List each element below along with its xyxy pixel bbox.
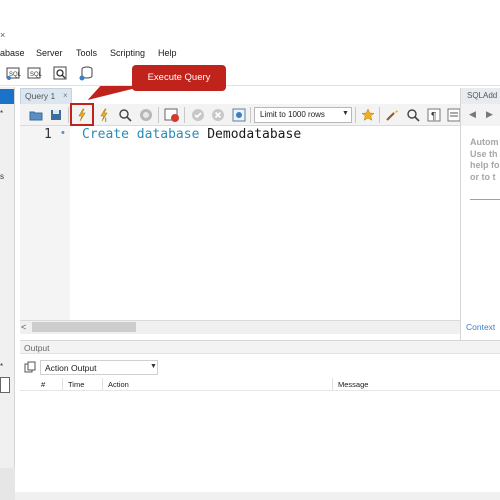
help-line: Autom (470, 137, 499, 147)
tab-close-icon[interactable]: × (63, 91, 68, 100)
chevron-down-icon[interactable]: ▼ (342, 110, 349, 117)
column-header-number[interactable]: # (41, 380, 45, 389)
toolbar-separator (68, 107, 69, 123)
nav-forward-icon[interactable]: ▶ (486, 109, 493, 119)
menu-server[interactable]: Server (36, 48, 63, 58)
output-panel-header: Output (20, 340, 500, 354)
svg-text:I: I (105, 118, 107, 123)
svg-text:¶: ¶ (431, 111, 436, 122)
toolbar-separator (158, 107, 159, 123)
create-schema-icon[interactable] (78, 65, 95, 82)
column-header-message[interactable]: Message (338, 380, 368, 389)
scrollbar-thumb[interactable] (32, 322, 136, 332)
help-line: Use th (470, 148, 498, 159)
scroll-left-icon[interactable]: < (21, 322, 26, 332)
main-toolbar (0, 62, 500, 86)
help-line: help fo (470, 160, 500, 170)
title-bar (0, 0, 500, 44)
new-sql-tab-icon[interactable]: SQL (5, 65, 22, 82)
save-icon[interactable] (48, 107, 64, 123)
line-marker-icon: • (61, 127, 65, 139)
column-separator (102, 378, 103, 390)
navigator-fragment: * (0, 109, 4, 118)
svg-text:SQL: SQL (9, 72, 22, 78)
line-number-gutter (20, 126, 70, 320)
context-help-text: Autom Use th help fo or to t (470, 137, 500, 183)
connection-tab-close-icon[interactable]: × (0, 30, 10, 42)
execute-query-callout: Execute Query (132, 65, 226, 91)
column-header-action[interactable]: Action (108, 380, 129, 389)
code-line[interactable]: Create database Demodatabase (82, 127, 301, 142)
execute-highlight-box (70, 103, 94, 126)
autocommit-icon[interactable] (231, 107, 247, 123)
output-grid[interactable] (20, 391, 500, 500)
beautify-icon[interactable] (384, 107, 400, 123)
toolbar-separator (355, 107, 356, 123)
sql-editor[interactable] (70, 126, 460, 320)
inspector-icon[interactable] (52, 65, 69, 82)
sql-identifier: Demodatabase (207, 127, 302, 142)
add-snippet-icon[interactable] (360, 107, 376, 123)
open-sql-file-icon[interactable]: SQL (26, 65, 43, 82)
explain-icon[interactable] (117, 107, 133, 123)
toolbar-separator (184, 107, 185, 123)
invisible-chars-icon[interactable]: ¶ (426, 107, 442, 123)
toolbar-separator (379, 107, 380, 123)
divider (470, 199, 500, 200)
column-separator (62, 378, 63, 390)
navigator-input[interactable] (0, 377, 10, 393)
line-number: 1 (44, 127, 52, 142)
rollback-icon[interactable] (210, 107, 226, 123)
status-bar (15, 492, 500, 500)
column-separator (332, 378, 333, 390)
menu-help[interactable]: Help (158, 48, 177, 58)
context-help-tab[interactable]: Context (466, 322, 495, 332)
sidebar-footer (0, 468, 15, 500)
chevron-down-icon[interactable]: ▼ (150, 363, 157, 370)
nav-back-icon[interactable]: ◀ (469, 109, 476, 119)
commit-icon[interactable] (190, 107, 206, 123)
panel-nav: ◀ ▶ (461, 104, 500, 126)
sql-keyword: Create database (82, 127, 200, 142)
navigator-fragment: s (0, 172, 4, 181)
help-line: or to t (470, 171, 496, 182)
execute-current-icon[interactable]: I (96, 107, 112, 124)
output-grid-header (20, 377, 500, 391)
navigator-sidebar (0, 87, 15, 500)
copy-icon[interactable] (24, 361, 36, 373)
stop-icon[interactable] (138, 107, 154, 123)
menu-database[interactable]: abase (0, 48, 25, 58)
menu-scripting[interactable]: Scripting (110, 48, 145, 58)
toolbar-separator (250, 107, 251, 123)
column-header-time[interactable]: Time (68, 380, 84, 389)
limit-rows-select[interactable]: Limit to 1000 rows (254, 107, 352, 123)
output-mode-select[interactable]: Action Output (40, 360, 158, 375)
svg-text:SQL: SQL (30, 72, 43, 78)
find-icon[interactable] (405, 107, 421, 123)
navigator-selected-item[interactable] (0, 89, 14, 104)
open-icon[interactable] (28, 107, 44, 123)
toggle-continue-icon[interactable] (164, 107, 180, 123)
sql-additions-title: SQLAdd (461, 88, 500, 104)
menu-bar (0, 44, 500, 62)
navigator-fragment: * (0, 362, 4, 371)
menu-tools[interactable]: Tools (76, 48, 97, 58)
